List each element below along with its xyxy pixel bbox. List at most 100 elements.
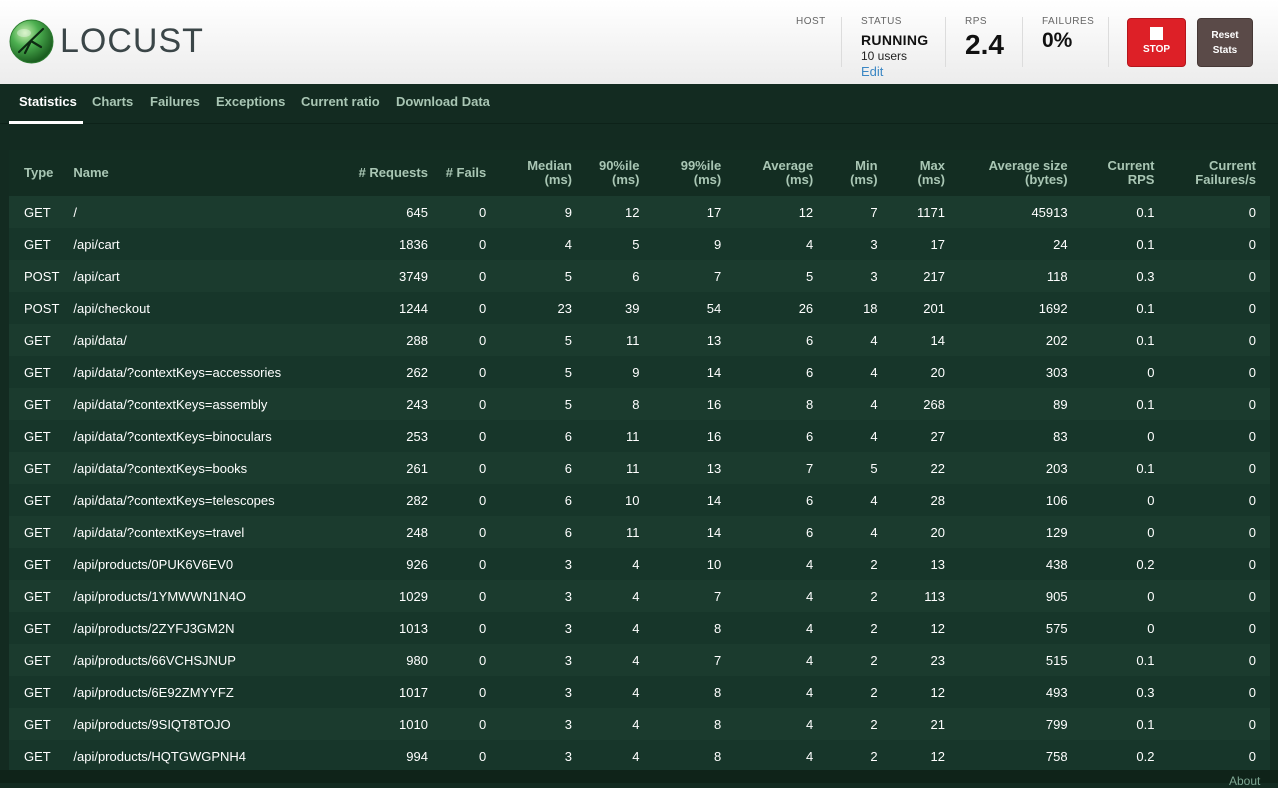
- cell-median: 3: [564, 588, 573, 604]
- stop-icon: [1150, 27, 1163, 40]
- col-average-size[interactable]: Average size (bytes): [945, 150, 1068, 196]
- table-row: POST/api/cart 3749 0 5 6 7 5 3 217 118 0.3 0: [9, 260, 1270, 292]
- cell-min: 4: [870, 428, 878, 444]
- cell-type: GET: [24, 236, 51, 252]
- cell-current-rps: 0.1: [1136, 332, 1155, 348]
- cell-current-failures: 0: [1248, 492, 1256, 508]
- stop-button[interactable]: STOP: [1127, 18, 1186, 67]
- col-fails[interactable]: # Fails: [428, 150, 486, 196]
- cell-p99: 14: [706, 524, 722, 540]
- col-p90[interactable]: 90%ile (ms): [572, 150, 639, 196]
- cell-fails: 0: [478, 748, 487, 764]
- cell-min: 2: [870, 620, 878, 636]
- cell-current-rps: 0.3: [1136, 684, 1155, 700]
- status-value: RUNNING: [861, 32, 929, 48]
- col-p99[interactable]: 99%ile (ms): [639, 150, 721, 196]
- cell-fails: 0: [478, 204, 487, 220]
- table-row: GET/api/data/?contextKeys=travel 248 0 6 11 1…: [9, 516, 1270, 548]
- cell-type: GET: [24, 428, 51, 444]
- col-name[interactable]: Name: [73, 150, 318, 196]
- about-link[interactable]: About: [1229, 774, 1260, 788]
- statistics-table-body: GET/645 0 9 12 17 12 7 1171 45913 0.1 0 GET/api/car…: [9, 196, 1270, 770]
- cell-requests: 1013: [399, 620, 428, 636]
- cell-current-failures: 0: [1248, 204, 1256, 220]
- table-row: GET/api/products/2ZYFJ3GM2N 1013 0 3 4 8 4 2 12 5…: [9, 612, 1270, 644]
- col-max[interactable]: Max (ms): [878, 150, 945, 196]
- cell-current-failures: 0: [1248, 716, 1256, 732]
- col-current-failures[interactable]: Current Failures/s: [1154, 150, 1270, 196]
- divider: [1022, 17, 1023, 67]
- divider: [945, 17, 946, 67]
- cell-average: 7: [805, 460, 814, 476]
- tab-current-ratio[interactable]: Current ratio: [301, 94, 380, 109]
- cell-max: 20: [930, 364, 945, 380]
- col-requests[interactable]: # Requests: [319, 150, 428, 196]
- col-max-line1: Max: [919, 158, 945, 173]
- cell-requests: 248: [406, 524, 428, 540]
- col-size-line2: (bytes): [1024, 172, 1068, 187]
- cell-requests: 1244: [399, 300, 428, 316]
- cell-name: /api/data/: [73, 332, 127, 348]
- statistics-table-container: Type Name # Requests # Fails Median (ms) …: [9, 150, 1270, 770]
- cell-average-size: 203: [1045, 460, 1068, 476]
- cell-max: 13: [930, 556, 945, 572]
- cell-median: 6: [564, 460, 573, 476]
- cell-name: /api/products/HQTGWGPNH4: [73, 748, 247, 764]
- cell-median: 6: [564, 492, 573, 508]
- cell-current-rps: 0: [1147, 588, 1155, 604]
- cell-current-rps: 0.1: [1136, 396, 1155, 412]
- cell-min: 4: [870, 364, 878, 380]
- cell-median: 3: [564, 716, 573, 732]
- col-median[interactable]: Median (ms): [486, 150, 572, 196]
- cell-max: 14: [930, 332, 945, 348]
- col-min[interactable]: Min (ms): [813, 150, 877, 196]
- cell-average-size: 905: [1045, 588, 1068, 604]
- cell-fails: 0: [478, 556, 487, 572]
- statistics-table: Type Name # Requests # Fails Median (ms) …: [9, 150, 1270, 770]
- cell-p90: 5: [632, 236, 640, 252]
- cell-fails: 0: [478, 364, 487, 380]
- cell-current-failures: 0: [1248, 620, 1256, 636]
- cell-p90: 11: [625, 524, 640, 540]
- tab-download-data[interactable]: Download Data: [396, 94, 490, 109]
- col-current-rps[interactable]: Current RPS: [1068, 150, 1155, 196]
- cell-p90: 12: [624, 204, 640, 220]
- cell-p90: 4: [632, 748, 640, 764]
- host-label: HOST: [796, 16, 826, 27]
- cell-current-rps: 0.1: [1136, 652, 1155, 668]
- cell-max: 201: [923, 300, 945, 316]
- col-type[interactable]: Type: [9, 150, 73, 196]
- tab-failures[interactable]: Failures: [150, 94, 200, 109]
- cell-p99: 13: [706, 332, 722, 348]
- cell-max: 1171: [917, 204, 945, 220]
- cell-p99: 16: [706, 428, 722, 444]
- cell-type: GET: [24, 204, 51, 220]
- cell-current-failures: 0: [1248, 428, 1256, 444]
- cell-p90: 10: [624, 492, 640, 508]
- cell-average: 4: [805, 620, 814, 636]
- rps-stat: RPS 2.4: [965, 16, 1004, 61]
- cell-p99: 16: [706, 396, 722, 412]
- col-average[interactable]: Average (ms): [721, 150, 813, 196]
- tab-bar: Statistics Charts Failures Exceptions Cu…: [0, 84, 1278, 124]
- table-row: GET/api/data/?contextKeys=binoculars 253 0…: [9, 420, 1270, 452]
- cell-average-size: 1692: [1038, 300, 1068, 316]
- reset-stats-button[interactable]: Reset Stats: [1197, 18, 1253, 67]
- cell-max: 113: [924, 588, 945, 604]
- tab-charts[interactable]: Charts: [92, 94, 133, 109]
- failures-stat: FAILURES 0%: [1042, 16, 1094, 53]
- table-row: GET/api/data/288 0 5 11 13 6 4 14 202 0.1 0: [9, 324, 1270, 356]
- cell-median: 5: [564, 332, 573, 348]
- cell-name: /api/cart: [73, 236, 120, 252]
- host-stat: HOST: [796, 16, 826, 27]
- cell-current-failures: 0: [1248, 236, 1256, 252]
- failures-label: FAILURES: [1042, 16, 1095, 27]
- tab-statistics[interactable]: Statistics: [19, 94, 77, 109]
- cell-average: 4: [805, 588, 814, 604]
- top-header: LOCUST HOST STATUS RUNNING 10 users Edit…: [0, 0, 1278, 85]
- cell-p99: 8: [713, 716, 722, 732]
- cell-fails: 0: [478, 268, 487, 284]
- edit-users-link[interactable]: Edit: [861, 64, 928, 79]
- cell-name: /api/products/9SIQT8TOJO: [73, 716, 231, 732]
- tab-exceptions[interactable]: Exceptions: [216, 94, 285, 109]
